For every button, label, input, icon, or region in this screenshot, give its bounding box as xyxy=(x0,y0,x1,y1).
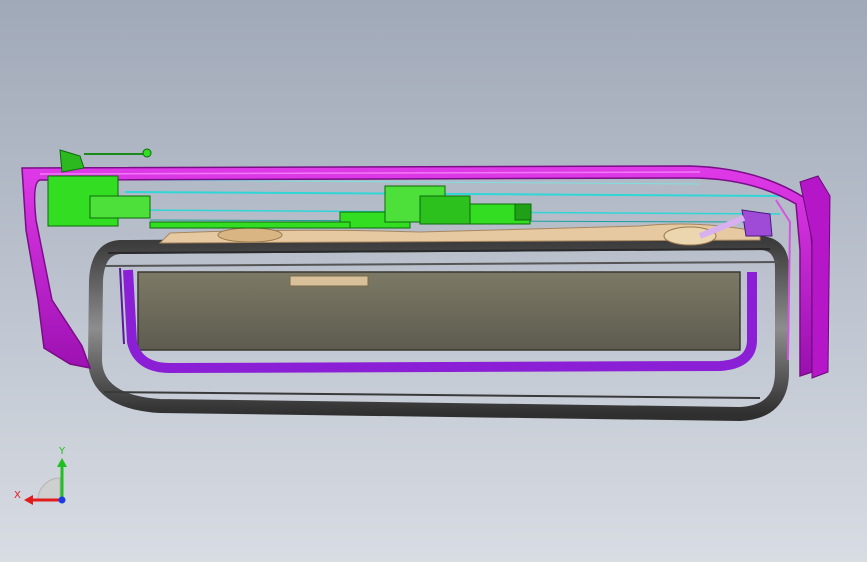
glass-panel[interactable] xyxy=(137,271,741,351)
coordinate-triad: Y X xyxy=(14,446,67,505)
sunroof-assembly-model[interactable] xyxy=(0,0,867,562)
triad-plane-icon xyxy=(37,477,61,501)
x-axis-label: X xyxy=(14,490,21,501)
y-axis-label: Y xyxy=(58,446,66,457)
mechanism[interactable] xyxy=(47,148,532,229)
z-axis-origin-icon xyxy=(58,496,66,504)
graphics-viewport[interactable]: Y X xyxy=(0,0,867,562)
x-axis-arrowhead-icon xyxy=(24,495,33,505)
y-axis-arrowhead-icon xyxy=(57,458,67,467)
